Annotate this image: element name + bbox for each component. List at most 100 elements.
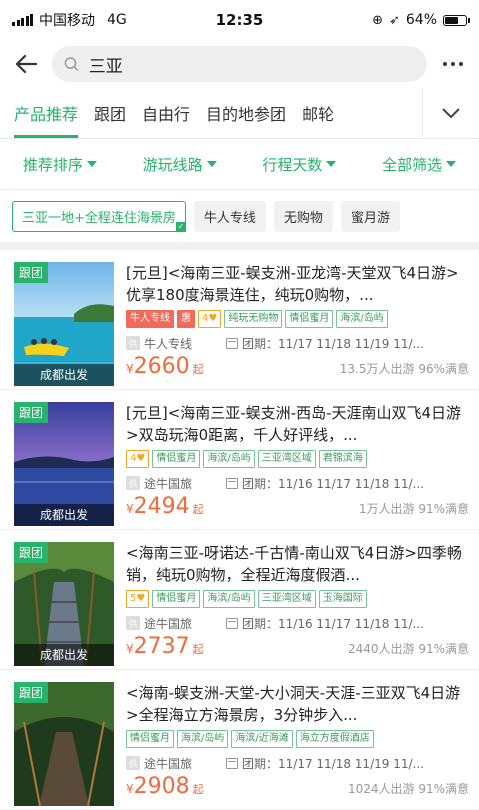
orientation-lock-icon: ⊕ [372, 12, 383, 28]
departure-dates: 团期：11/17 11/18 11/19 11/... [242, 336, 424, 351]
product-card[interactable]: 跟团 成都出发 [元旦]<海南三亚-蜈支洲-亚龙湾-天堂双飞4日游>优享180度… [0, 250, 479, 390]
calendar-icon [226, 337, 238, 349]
product-tag: 海滨/岛屿 [336, 310, 388, 328]
caret-down-icon [326, 161, 337, 167]
location-icon: ➶ [388, 12, 400, 28]
all-filters[interactable]: 全部筛选 [382, 154, 457, 175]
product-tag: 牛人专线 [126, 310, 174, 328]
days-filter-label: 行程天数 [262, 155, 323, 174]
travel-stats: 1万人出游 91%满意 [358, 502, 469, 516]
calendar-icon [226, 617, 238, 629]
search-icon [64, 57, 79, 71]
all-filters-label: 全部筛选 [382, 155, 443, 174]
product-tag: 情侣蜜月 [152, 450, 201, 468]
product-image: 跟团 成都出发 [14, 262, 114, 386]
agency-icon: 供 [126, 336, 140, 350]
agency-icon: 供 [126, 616, 140, 630]
product-image: 跟团 [14, 682, 114, 806]
product-title: [元旦]<海南三亚-蜈支洲-亚龙湾-天堂双飞4日游>优享180度海景连住，纯玩0… [126, 264, 459, 304]
search-box[interactable] [52, 46, 427, 82]
agency-name: 途牛国旅 [144, 476, 193, 491]
calendar-icon [226, 477, 238, 489]
currency-symbol: ¥ [126, 362, 134, 376]
currency-symbol: ¥ [126, 642, 134, 656]
chip-sanya-seaview[interactable]: 三亚一地+全程连住海景房 [12, 200, 186, 232]
product-card[interactable]: 跟团 成都出发 [元旦]<海南三亚-蜈支洲-西岛-天涯南山双飞4日游>双岛玩海0… [0, 390, 479, 530]
caret-down-icon [86, 161, 97, 167]
product-tag: 三亚湾区域 [257, 590, 316, 608]
tour-type-tag: 跟团 [14, 542, 49, 563]
battery-percent: 64% [405, 12, 437, 28]
product-tag: 三亚湾区域 [257, 450, 316, 468]
price-from-label: 起 [192, 503, 204, 516]
product-card[interactable]: 跟团 <海南-蜈支洲-天堂-大小洞天-天涯-三亚双飞4日游>全程海立方海景房，3… [0, 670, 479, 810]
departure-label: 成都出发 [14, 504, 114, 526]
tab-group-tour[interactable]: 跟团 [86, 88, 134, 138]
departure-label: 成都出发 [14, 364, 114, 386]
sort-filter[interactable]: 推荐排序 [23, 154, 97, 175]
product-title: <海南-蜈支洲-天堂-大小洞天-天涯-三亚双飞4日游>全程海立方海景房，3分钟步… [126, 684, 461, 724]
price: 2660 [133, 354, 190, 379]
search-input[interactable] [86, 53, 415, 75]
product-tag: 海滨/岛屿 [203, 590, 255, 608]
product-image: 跟团 成都出发 [14, 542, 114, 666]
tour-type-tag: 跟团 [14, 262, 49, 283]
departure-label: 成都出发 [14, 644, 114, 666]
rating-tag: 5♥ [126, 590, 150, 608]
agency-name: 牛人专线 [144, 336, 193, 351]
price-from-label: 起 [192, 643, 204, 656]
agency-name: 途牛国旅 [144, 616, 193, 631]
product-card[interactable]: 跟团 成都出发 <海南三亚-呀诺达-千古情-南山双飞4日游>四季畅销，纯玩0购物… [0, 530, 479, 670]
agency-icon: 供 [126, 756, 140, 770]
price-from-label: 起 [192, 783, 204, 796]
departure-dates: 团期：11/16 11/17 11/18 11/... [242, 616, 424, 631]
rating-tag: 4♥ [198, 310, 222, 328]
chip-honeymoon[interactable]: 蜜月游 [340, 200, 400, 232]
product-tag: 君锦滨海 [318, 450, 367, 468]
caret-down-icon [206, 161, 217, 167]
chip-expert-route[interactable]: 牛人专线 [193, 200, 266, 232]
battery-icon [443, 14, 470, 26]
product-tag: 海滨/岛屿 [177, 730, 229, 748]
search-header [0, 40, 479, 88]
departure-dates: 团期：11/17 11/18 11/19 11/... [242, 756, 424, 771]
expand-tabs-button[interactable] [422, 88, 479, 138]
route-filter-label: 游玩线路 [142, 155, 203, 174]
route-filter[interactable]: 游玩线路 [143, 154, 217, 175]
product-image: 跟团 成都出发 [14, 402, 114, 526]
price: 2737 [133, 634, 190, 659]
travel-stats: 2440人出游 91%满意 [347, 642, 469, 656]
product-tag: 情侣蜜月 [126, 730, 174, 748]
carrier-name: 中国移动 [39, 13, 95, 29]
travel-stats: 13.5万人出游 96%满意 [339, 362, 469, 376]
chip-no-shopping[interactable]: 无购物 [273, 200, 333, 232]
sort-filter-label: 推荐排序 [22, 155, 83, 174]
rating-tag: 4♥ [126, 450, 150, 468]
departure-dates: 团期：11/16 11/17 11/18 11/... [242, 476, 424, 491]
tab-local-group[interactable]: 目的地参团 [198, 88, 294, 138]
tab-cruise[interactable]: 邮轮 [294, 88, 342, 138]
clock: 12:35 [215, 11, 264, 29]
discount-tag: 惠 [177, 310, 195, 328]
product-tag: 海滨/岛屿 [203, 450, 255, 468]
back-button[interactable] [12, 50, 40, 78]
battery-fill [445, 16, 458, 24]
caret-down-icon [446, 161, 457, 167]
quick-filter-chips: 三亚一地+全程连住海景房 牛人专线 无购物 蜜月游 [0, 190, 479, 250]
chevron-down-icon [442, 108, 460, 119]
product-tag: 情侣蜜月 [152, 590, 201, 608]
filter-bar: 推荐排序 游玩线路 行程天数 全部筛选 [0, 139, 479, 190]
product-tag: 情侣蜜月 [285, 310, 334, 328]
product-tag: 海滨/近海滩 [231, 730, 293, 748]
tab-recommended[interactable]: 产品推荐 [0, 88, 86, 138]
signal-icon [12, 14, 33, 26]
currency-symbol: ¥ [126, 782, 134, 796]
product-list: 跟团 成都出发 [元旦]<海南三亚-蜈支洲-亚龙湾-天堂双飞4日游>优享180度… [0, 250, 479, 810]
agency-icon: 供 [126, 476, 140, 490]
product-title: <海南三亚-呀诺达-千古情-南山双飞4日游>四季畅销，纯玩0购物，全程近海度假酒… [126, 544, 462, 584]
tab-independent[interactable]: 自由行 [134, 88, 198, 138]
more-button[interactable] [439, 62, 467, 66]
days-filter[interactable]: 行程天数 [262, 154, 337, 175]
tour-type-tag: 跟团 [14, 682, 49, 703]
network-type: 4G [107, 12, 127, 28]
